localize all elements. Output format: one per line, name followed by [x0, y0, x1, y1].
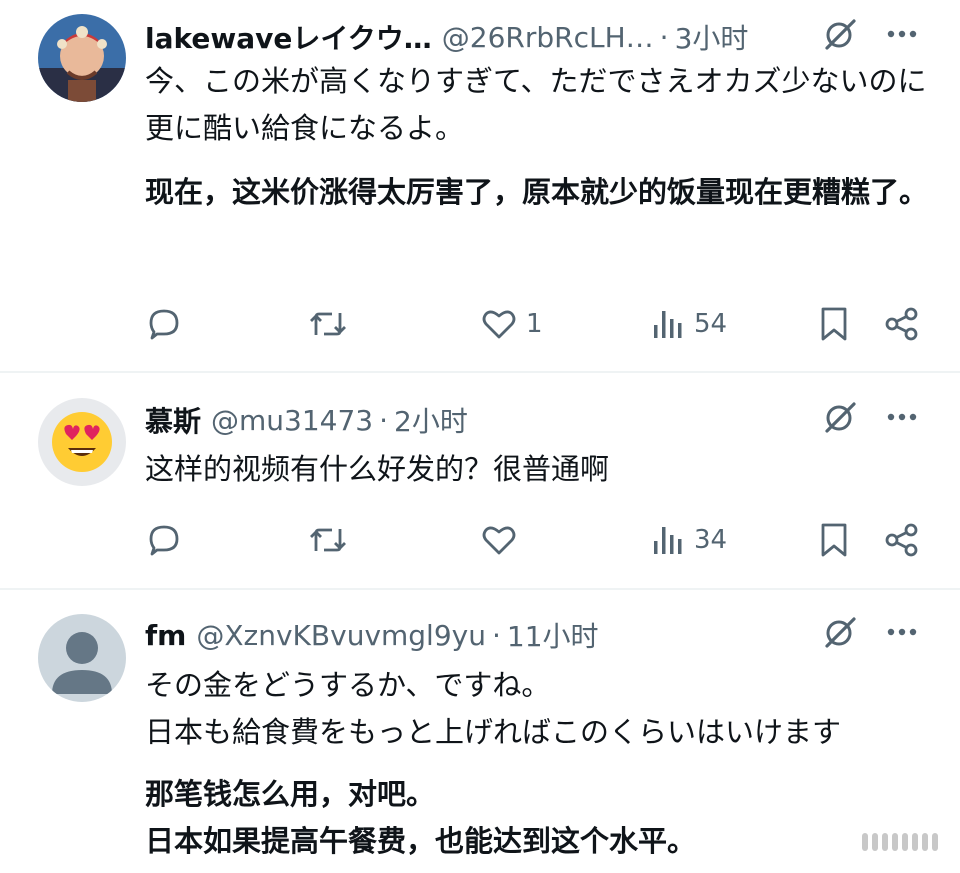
grok-icon[interactable] — [822, 16, 858, 59]
retweet-icon — [308, 305, 348, 343]
like-icon — [480, 521, 518, 559]
views-icon — [650, 521, 686, 559]
views-icon — [650, 305, 686, 343]
avatar[interactable] — [38, 614, 126, 702]
translation-text: 现在，这米价涨得太厉害了，原本就少的饭量现在更糟糕了。 — [145, 175, 929, 209]
grok-icon[interactable] — [822, 399, 858, 442]
tweet-text: 这样的视频有什么好发的？很普通啊 — [145, 452, 610, 486]
display-name[interactable]: lakewaveレイクウ… — [145, 17, 432, 57]
more-icon[interactable] — [884, 399, 920, 442]
bookmark-button[interactable] — [817, 516, 851, 564]
bookmark-button[interactable] — [817, 300, 851, 348]
reply-icon — [145, 305, 183, 343]
tweet-text: 今、この米が高くなりすぎて、ただでさえオカズ少ないのに更に酷い給食になるよ。 — [145, 64, 927, 145]
like-button[interactable]: 1 — [480, 300, 543, 348]
reply-button[interactable] — [145, 516, 183, 564]
separator-dot: · — [379, 403, 389, 437]
avatar[interactable] — [38, 398, 126, 486]
watermark-logo — [860, 829, 942, 855]
separator-dot: · — [491, 618, 501, 652]
separator-dot: · — [659, 20, 669, 54]
grok-icon[interactable] — [822, 614, 858, 657]
view-count: 54 — [694, 309, 728, 339]
tweet-text: その金をどうするか、ですね。 日本も給食費をもっと上げればこのくらいはいけます — [145, 668, 842, 749]
user-handle[interactable]: @26RrbRcLH… — [442, 21, 654, 54]
retweet-button[interactable] — [308, 516, 348, 564]
tweet-header: 慕斯 @mu31473 · 2小时 — [145, 400, 940, 440]
share-button[interactable] — [883, 516, 921, 564]
timestamp[interactable]: 11小时 — [507, 615, 599, 655]
retweet-icon — [308, 521, 348, 559]
avatar[interactable] — [38, 14, 126, 102]
user-handle[interactable]: @mu31473 — [211, 404, 373, 437]
divider — [0, 588, 960, 590]
bookmark-icon — [817, 305, 851, 343]
tweet-header: fm @XznvKBvuvmgl9yu · 11小时 — [145, 615, 940, 655]
retweet-button[interactable] — [308, 300, 348, 348]
reply-button[interactable] — [145, 300, 183, 348]
share-icon — [883, 305, 921, 343]
like-count: 1 — [526, 309, 543, 339]
user-handle[interactable]: @XznvKBvuvmgl9yu — [196, 619, 486, 652]
display-name[interactable]: 慕斯 — [145, 400, 201, 440]
view-count: 34 — [694, 525, 728, 555]
timestamp[interactable]: 2小时 — [394, 400, 468, 440]
bookmark-icon — [817, 521, 851, 559]
more-icon[interactable] — [884, 16, 920, 59]
divider — [0, 371, 960, 373]
views-button[interactable]: 34 — [650, 516, 727, 564]
action-bar: 34 — [145, 516, 922, 564]
views-button[interactable]: 54 — [650, 300, 727, 348]
timestamp[interactable]: 3小时 — [675, 17, 749, 57]
tweet-header: lakewaveレイクウ… @26RrbRcLH… · 3小时 — [145, 17, 940, 57]
share-button[interactable] — [883, 300, 921, 348]
reply-icon — [145, 521, 183, 559]
like-button[interactable] — [480, 516, 518, 564]
translation-text: 那笔钱怎么用，对吧。 日本如果提高午餐费，也能达到这个水平。 — [145, 777, 697, 858]
action-bar: 1 54 — [145, 300, 922, 348]
like-icon — [480, 305, 518, 343]
more-icon[interactable] — [884, 614, 920, 657]
share-icon — [883, 521, 921, 559]
display-name[interactable]: fm — [145, 619, 186, 652]
